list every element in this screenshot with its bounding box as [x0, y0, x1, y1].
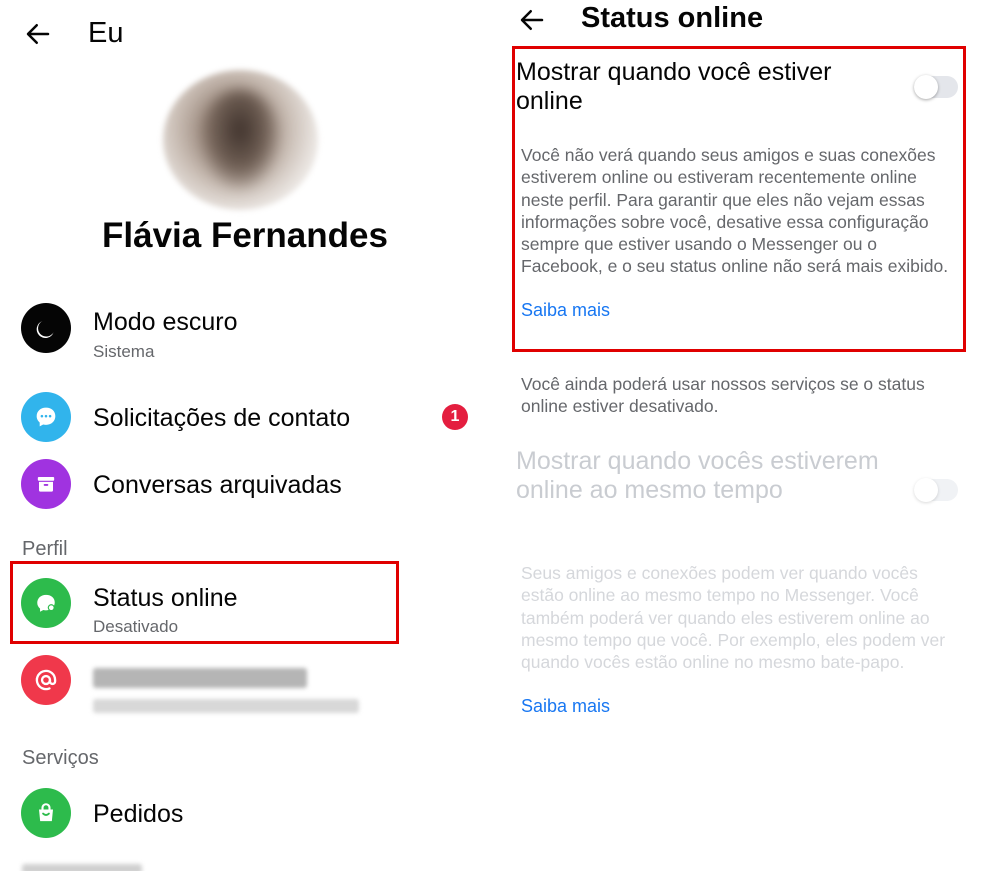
menu-item-label: Solicitações de contato	[93, 404, 351, 432]
menu-item-sub: Sistema	[93, 342, 155, 361]
menu-item-username[interactable]	[0, 655, 490, 721]
menu-item-dark-mode[interactable]: Modo escuro Sistema	[0, 300, 490, 370]
setting-description-show-together: Seus amigos e conexões podem ver quando …	[521, 563, 946, 673]
section-header-profile: Perfil	[22, 538, 68, 560]
status-note: Você ainda poderá usar nossos serviços s…	[521, 374, 925, 417]
learn-more-link[interactable]: Saiba mais	[521, 696, 610, 717]
profile-name: Flávia Fernandes	[102, 216, 388, 255]
menu-item-label: Pedidos	[93, 800, 184, 828]
shopping-bag-icon	[21, 788, 71, 838]
me-settings-panel: Eu Flávia Fernandes Modo escuro Sistema …	[0, 0, 490, 871]
archive-box-icon	[21, 459, 71, 509]
back-arrow-icon[interactable]	[18, 14, 58, 54]
page-title: Status online	[581, 2, 764, 34]
page-title: Eu	[88, 17, 124, 49]
menu-item-label: Conversas arquivadas	[93, 471, 342, 499]
toggle-show-together[interactable]	[914, 478, 958, 502]
cut-off-section-header	[22, 864, 142, 871]
avatar-blur-detail	[200, 90, 280, 190]
section-header-services: Serviços	[22, 747, 99, 769]
menu-item-archived-chats[interactable]: Conversas arquivadas	[0, 459, 490, 511]
setting-title-show-together: Mostrar quando vocês estiverem online ao…	[516, 447, 879, 504]
moon-icon	[21, 303, 71, 353]
blurred-username	[93, 668, 307, 688]
menu-item-orders[interactable]: Pedidos	[0, 788, 490, 840]
highlight-box-show-online	[512, 46, 966, 352]
notification-badge: 1	[442, 404, 468, 430]
menu-item-contact-requests[interactable]: Solicitações de contato 1	[0, 392, 490, 444]
at-sign-icon	[21, 655, 71, 705]
chat-bubble-icon	[21, 392, 71, 442]
menu-item-label: Modo escuro	[93, 308, 238, 336]
highlight-box-status-online	[10, 561, 399, 644]
blurred-username-sub	[93, 699, 359, 713]
toggle-knob	[914, 478, 938, 502]
back-arrow-icon[interactable]	[512, 0, 552, 40]
online-status-settings-panel: Status online Mostrar quando você estive…	[490, 0, 984, 871]
